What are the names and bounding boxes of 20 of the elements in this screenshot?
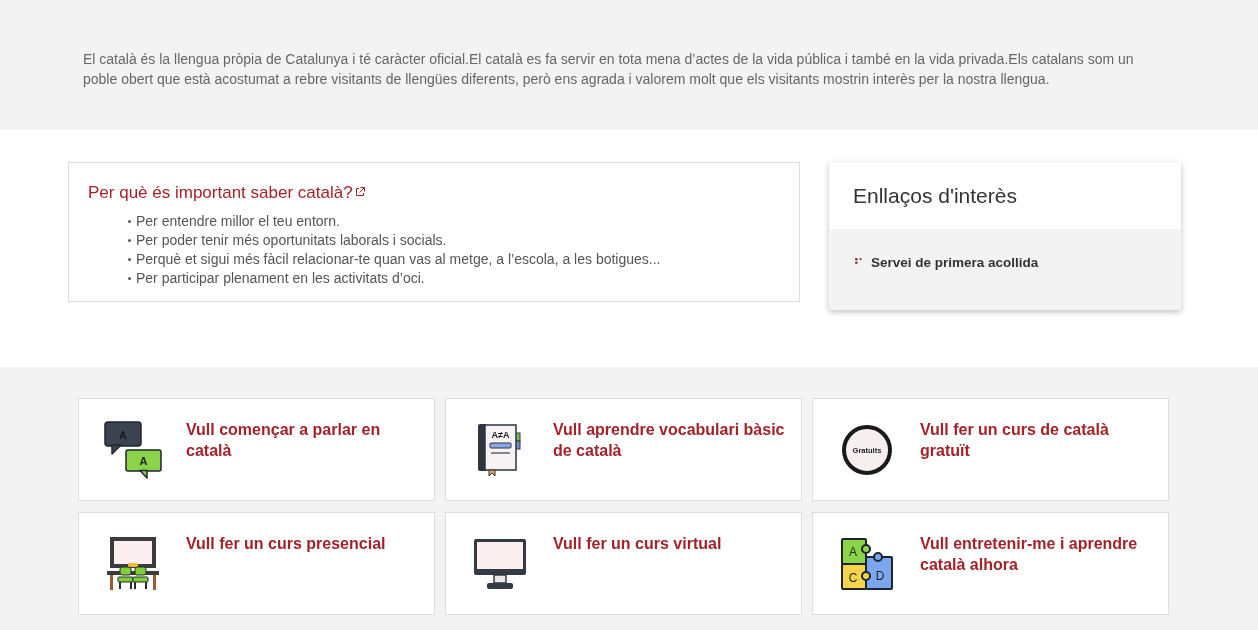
bullet-text: Per entendre millor el teu entorn. (136, 212, 340, 231)
bullet-icon (128, 239, 131, 242)
option-card[interactable]: Vull fer un curs virtual (445, 512, 802, 615)
option-card[interactable]: A≠A Vull aprendre vocabulari bàsic de català (445, 398, 802, 501)
bullet-icon (128, 220, 131, 223)
bullet-text: Per participar plenament en les activitats d’oci. (136, 269, 425, 288)
monitor-icon (473, 538, 527, 590)
bullet-text: Per poder tenir més oportunitats laborals i socials. (136, 231, 447, 250)
bullet-icon (128, 277, 131, 280)
classroom-icon (107, 537, 159, 591)
dots-icon (855, 258, 862, 264)
bullet-icon (128, 258, 131, 261)
intro-paragraph: El català és la llengua pròpia de Catalunya i té caràcter oficial.El català es fa servir en tota mena d’actes de la vida pública i també en la vida privada.Els catalans som un poble obert que està acostumat a rebre visitants de llengües diferents, però ens agrada i valorem molt que els visitants mostrin interès per la nostra llengua. (83, 50, 1135, 89)
info-title-link[interactable]: Per què és important saber català? (88, 182, 365, 204)
external-link-icon (354, 187, 365, 197)
links-card-title: Enllaços d'interès (853, 182, 1017, 209)
option-card[interactable]: Vull fer un curs presencial (78, 512, 435, 615)
option-card[interactable]: A C D Vull entretenir-me i aprendre català alhora (812, 512, 1169, 615)
bullet-text: Perquè et sigui més fàcil relacionar-te quan vas al metge, a l’escola, a les botigues... (136, 250, 661, 269)
link[interactable]: Servei de primera acollida (855, 254, 1039, 272)
